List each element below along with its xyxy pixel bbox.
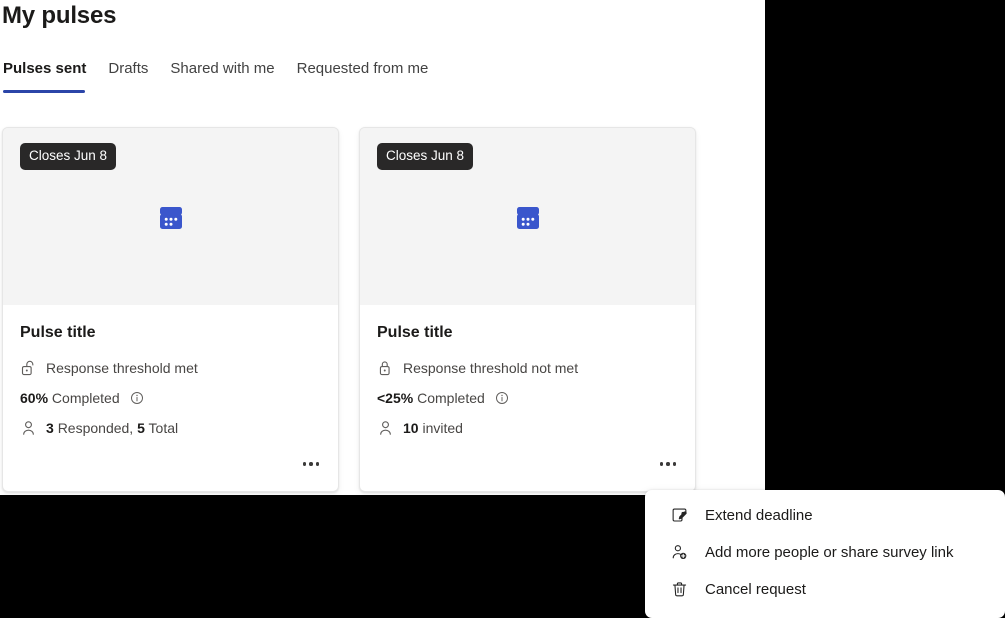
- tab-label: Shared with me: [170, 60, 274, 77]
- menu-item-add-people[interactable]: Add more people or share survey link: [645, 534, 1005, 571]
- responded-count: 3: [46, 420, 54, 436]
- completion-row: 60% Completed: [20, 389, 321, 407]
- more-options-icon[interactable]: [652, 448, 684, 480]
- closes-badge: Closes Jun 8: [20, 143, 116, 170]
- context-menu: Extend deadline Add more people or share…: [645, 490, 1005, 618]
- menu-item-extend-deadline[interactable]: Extend deadline: [645, 497, 1005, 534]
- closes-badge: Closes Jun 8: [377, 143, 473, 170]
- locked-padlock-icon: [377, 359, 394, 377]
- tab-label: Pulses sent: [3, 60, 86, 77]
- more-options-dots: [303, 462, 320, 466]
- trash-icon: [669, 580, 689, 600]
- menu-item-label: Cancel request: [705, 581, 806, 598]
- invited-label: invited: [422, 420, 462, 436]
- respondents-row: 3 Responded, 5 Total: [20, 419, 321, 437]
- tab-label: Requested from me: [297, 60, 429, 77]
- person-icon: [377, 419, 394, 437]
- more-options-dots: [660, 462, 677, 466]
- info-icon[interactable]: [495, 391, 509, 405]
- tab-label: Drafts: [108, 60, 148, 77]
- tab-active-underline: [3, 90, 85, 93]
- completion-label: Completed: [52, 390, 120, 406]
- card-title: Pulse title: [377, 324, 678, 342]
- respondents-text: 3 Responded, 5 Total: [46, 419, 178, 437]
- respondents-row: 10 invited: [377, 419, 678, 437]
- menu-item-cancel-request[interactable]: Cancel request: [645, 571, 1005, 608]
- completion-value: <25%: [377, 390, 413, 406]
- screen-root: My pulses Pulses sent Drafts Shared with…: [0, 0, 1005, 618]
- card-media: Closes Jun 8: [3, 128, 338, 305]
- card-body: Pulse title Response threshold not met <…: [360, 305, 695, 437]
- respondents-text: 10 invited: [403, 419, 463, 437]
- page-title: My pulses: [2, 2, 116, 30]
- responded-label: Responded,: [58, 420, 134, 436]
- completion-row: <25% Completed: [377, 389, 678, 407]
- menu-item-label: Add more people or share survey link: [705, 544, 953, 561]
- calendar-grid-icon: [513, 203, 543, 238]
- tab-requested-from-me[interactable]: Requested from me: [286, 55, 440, 82]
- card-body: Pulse title Response threshold met 60%: [3, 305, 338, 437]
- tab-pulses-sent[interactable]: Pulses sent: [0, 55, 97, 82]
- threshold-text: Response threshold not met: [403, 359, 578, 377]
- tabstrip: Pulses sent Drafts Shared with me Reques…: [0, 55, 439, 95]
- completion-text: <25% Completed: [377, 389, 509, 407]
- completion-value: 60%: [20, 390, 48, 406]
- invited-count: 10: [403, 420, 419, 436]
- menu-item-label: Extend deadline: [705, 507, 813, 524]
- card-media: Closes Jun 8: [360, 128, 695, 305]
- threshold-row: Response threshold met: [20, 359, 321, 377]
- more-options-icon[interactable]: [295, 448, 327, 480]
- completion-text: 60% Completed: [20, 389, 144, 407]
- calendar-grid-icon: [156, 203, 186, 238]
- edit-document-icon: [669, 506, 689, 526]
- person-add-icon: [669, 543, 689, 563]
- app-surface: My pulses Pulses sent Drafts Shared with…: [0, 0, 765, 495]
- pulse-card[interactable]: Closes Jun 8 Pulse title: [2, 127, 339, 492]
- tab-shared-with-me[interactable]: Shared with me: [159, 55, 285, 82]
- person-icon: [20, 419, 37, 437]
- tab-drafts[interactable]: Drafts: [97, 55, 159, 82]
- total-label: Total: [149, 420, 179, 436]
- threshold-text: Response threshold met: [46, 359, 198, 377]
- completion-label: Completed: [417, 390, 485, 406]
- total-count: 5: [137, 420, 145, 436]
- unlocked-padlock-icon: [20, 359, 37, 377]
- pulse-card[interactable]: Closes Jun 8 Pulse title: [359, 127, 696, 492]
- threshold-row: Response threshold not met: [377, 359, 678, 377]
- info-icon[interactable]: [130, 391, 144, 405]
- card-title: Pulse title: [20, 324, 321, 342]
